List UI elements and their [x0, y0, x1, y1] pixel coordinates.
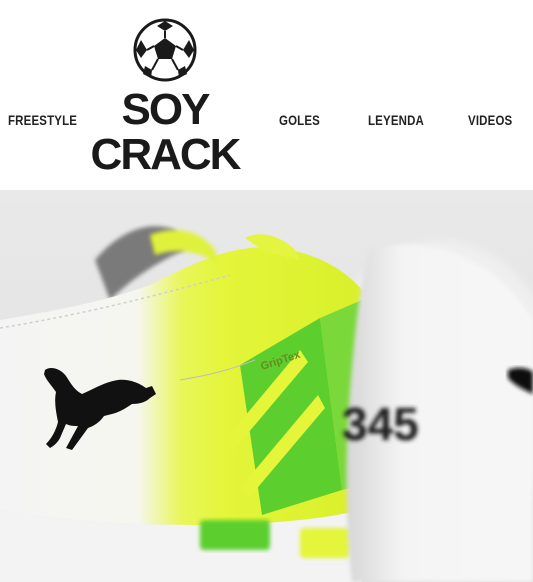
- puma-boots-illustration: GripTex 345: [0, 190, 533, 582]
- nav-item-goles[interactable]: GOLES: [279, 112, 320, 128]
- site-header: FREESTYLE SOY CRACK GOLES LEYENDA VIDEOS: [0, 0, 533, 190]
- soccer-ball-icon: [133, 18, 197, 82]
- nav-item-videos[interactable]: VIDEOS: [468, 112, 512, 128]
- logo-text-soy: SOY: [121, 85, 211, 134]
- logo-text-crack: CRACK: [90, 130, 242, 179]
- hero-image: GripTex 345: [0, 190, 533, 582]
- site-logo[interactable]: SOY CRACK: [90, 18, 242, 179]
- nav-item-leyenda[interactable]: LEYENDA: [368, 112, 424, 128]
- heel-number: 345: [342, 398, 419, 450]
- nav-item-freestyle[interactable]: FREESTYLE: [8, 112, 77, 128]
